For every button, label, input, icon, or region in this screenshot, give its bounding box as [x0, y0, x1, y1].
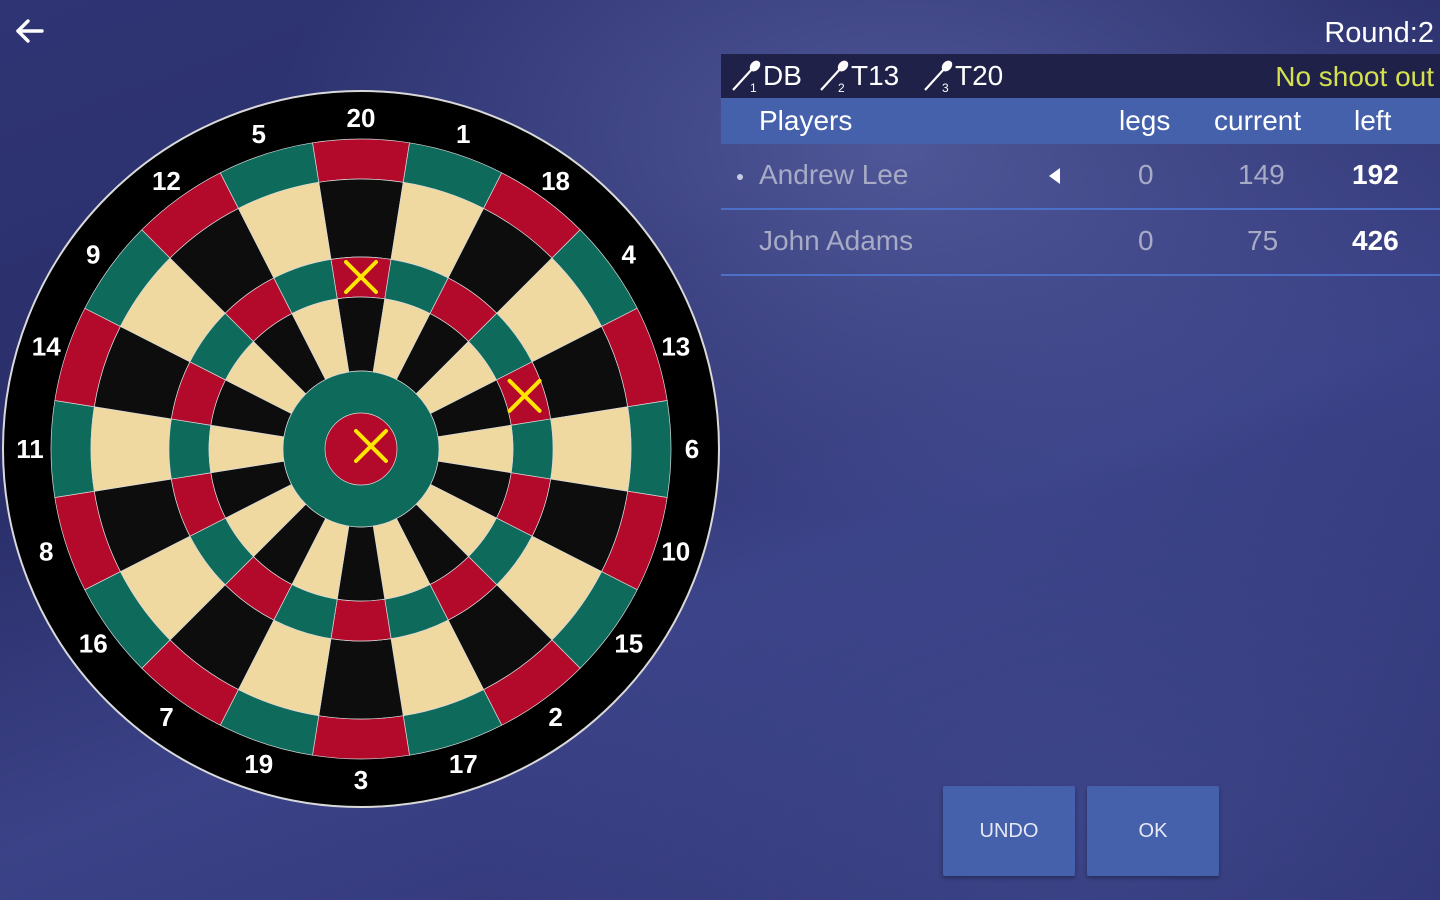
player-name: John Adams	[759, 225, 914, 256]
board-number-label: 6	[685, 434, 699, 464]
shootout-status: No shoot out	[1275, 61, 1434, 92]
segment-outer-single-20[interactable]	[318, 178, 404, 260]
back-button[interactable]	[12, 12, 52, 50]
board-number-label: 15	[614, 629, 643, 659]
board-number-label: 16	[79, 629, 108, 659]
board-number-label: 7	[159, 702, 173, 732]
arrow-left-icon	[16, 19, 44, 43]
dart-icon: 2	[820, 60, 849, 94]
throw-label: T13	[851, 60, 900, 91]
board-number-label: 10	[661, 536, 690, 566]
board-number-label: 14	[32, 332, 61, 362]
player-legs: 0	[1138, 159, 1154, 190]
player-legs: 0	[1138, 225, 1154, 256]
segment-double-3[interactable]	[312, 715, 410, 760]
active-player-bullet	[737, 174, 743, 180]
player-current: 75	[1247, 225, 1279, 256]
throw-index: 2	[838, 81, 845, 94]
board-number-label: 17	[449, 749, 478, 779]
throw-label: T20	[955, 60, 1004, 91]
dartboard-svg[interactable]: 20 1 18 4 13 6 10 15 2 17 3 19 7 16 8 11 14 9 12 5	[0, 88, 724, 812]
current-column-header: current	[1214, 105, 1302, 136]
dart-icon: 1	[732, 60, 761, 94]
ok-button[interactable]: OK	[1087, 786, 1219, 876]
board-number-label: 20	[347, 103, 376, 133]
player-name: Andrew Lee	[759, 159, 909, 190]
left-column-header: left	[1354, 105, 1392, 136]
board-number-label: 13	[661, 332, 690, 362]
board-number-label: 19	[244, 749, 273, 779]
legs-column-header: legs	[1119, 105, 1171, 136]
board-number-label: 12	[152, 166, 181, 196]
board-number-label: 3	[354, 765, 368, 795]
segment-double-11[interactable]	[50, 400, 95, 498]
player-left: 426	[1352, 225, 1399, 256]
board-number-label: 18	[541, 166, 570, 196]
throw-3: 3 T20	[921, 58, 1003, 94]
player-left: 192	[1352, 159, 1399, 190]
throw-index: 1	[750, 81, 757, 94]
throw-label: DB	[763, 60, 802, 91]
throw-index: 3	[942, 81, 949, 94]
player-current: 149	[1238, 159, 1285, 190]
board-number-label: 2	[548, 702, 562, 732]
segment-outer-single-11[interactable]	[90, 406, 172, 492]
round-label: Round:2	[1324, 17, 1434, 49]
player-row[interactable]: Andrew Lee 0 149 192	[721, 144, 1440, 210]
board-number-label: 11	[16, 434, 44, 464]
segment-triple-11[interactable]	[168, 418, 212, 480]
players-column-header: Players	[759, 105, 853, 136]
player-row[interactable]: John Adams 0 75 426	[721, 210, 1440, 276]
double-bull[interactable]	[324, 412, 398, 486]
segment-double-20[interactable]	[312, 138, 410, 183]
throw-1: 1 DB	[729, 58, 802, 94]
undo-button[interactable]: UNDO	[943, 786, 1075, 876]
segment-double-6[interactable]	[627, 400, 672, 498]
board-number-label: 4	[622, 239, 637, 269]
throw-2: 2 T13	[817, 58, 899, 94]
segment-triple-3[interactable]	[330, 598, 392, 642]
dartboard[interactable]: 20 1 18 4 13 6 10 15 2 17 3 19 7 16 8 11 14 9 12 5	[0, 88, 724, 812]
board-number-label: 9	[86, 239, 100, 269]
board-number-label: 1	[456, 119, 470, 149]
segment-triple-6[interactable]	[510, 418, 554, 480]
scoreboard-header: Players legs current left	[721, 98, 1440, 144]
board-number-label: 8	[39, 536, 53, 566]
current-turn-arrow-icon	[1049, 168, 1060, 184]
segment-outer-single-6[interactable]	[550, 406, 632, 492]
segment-outer-single-3[interactable]	[318, 638, 404, 720]
throws-bar: 1 DB 2 T13 3 T20 No shoot out	[721, 54, 1440, 98]
dart-icon: 3	[924, 60, 953, 94]
board-number-label: 5	[251, 119, 265, 149]
